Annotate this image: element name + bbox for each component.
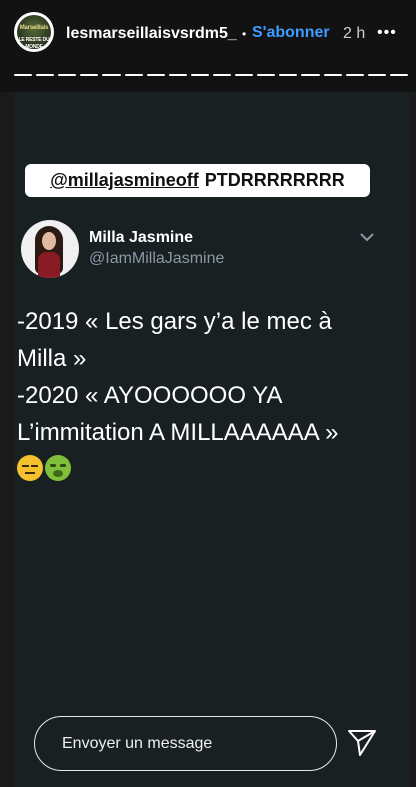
progress-segment xyxy=(168,74,187,76)
tweet-handle: @IamMillaJasmine xyxy=(89,250,225,267)
post-time: 2 h xyxy=(343,25,366,42)
tweet-display-name: Milla Jasmine xyxy=(89,229,194,246)
story-caption: @millajasmineoff PTDRRRRRRRR xyxy=(25,164,370,197)
avatar-dress xyxy=(38,252,60,278)
profile-avatar[interactable]: Marseillais LE RESTE DU MONDE xyxy=(14,12,54,52)
progress-segment xyxy=(257,74,276,76)
separator-dot: • xyxy=(242,27,247,41)
progress-segment xyxy=(279,74,298,76)
progress-segment xyxy=(58,74,77,76)
message-input[interactable]: Envoyer un message xyxy=(34,716,337,771)
progress-segment xyxy=(345,74,364,76)
progress-segment xyxy=(389,74,408,76)
progress-segment xyxy=(301,74,320,76)
avatar-face xyxy=(42,232,56,250)
chevron-down-icon xyxy=(360,233,374,242)
caption-text: PTDRRRRRRRR xyxy=(204,170,345,190)
story-progress-bar xyxy=(14,74,408,77)
tweet-emojis xyxy=(17,455,71,481)
nauseated-face-emoji xyxy=(45,455,71,481)
username-link[interactable]: lesmarseillaisvsrdm5_ xyxy=(66,25,237,43)
caption-mention[interactable]: @millajasmineoff xyxy=(50,170,199,191)
story-header: Marseillais LE RESTE DU MONDE lesmarseil… xyxy=(0,0,416,92)
expressionless-face-emoji xyxy=(17,455,43,481)
progress-segment xyxy=(235,74,254,76)
avatar-logo-text-1: Marseillais xyxy=(19,25,49,31)
progress-segment xyxy=(367,74,386,76)
progress-segment xyxy=(146,74,165,76)
tweet-author-avatar xyxy=(21,220,79,278)
follow-button[interactable]: S'abonner xyxy=(252,24,330,42)
progress-segment xyxy=(212,74,232,76)
send-icon[interactable] xyxy=(346,727,378,759)
tweet-body: -2019 « Les gars y’a le mec à Milla » -2… xyxy=(17,308,339,446)
progress-segment xyxy=(190,74,209,76)
more-options-icon[interactable]: ••• xyxy=(377,24,397,42)
progress-segment xyxy=(124,74,143,76)
progress-segment xyxy=(36,74,55,76)
message-placeholder: Envoyer un message xyxy=(62,735,213,752)
avatar-logo-text-2: LE RESTE DU MONDE xyxy=(18,37,50,50)
progress-segment xyxy=(102,74,121,76)
progress-segment xyxy=(80,74,99,76)
progress-segment xyxy=(323,74,342,76)
progress-segment xyxy=(14,74,33,76)
avatar-logo: Marseillais LE RESTE DU MONDE xyxy=(17,15,51,50)
